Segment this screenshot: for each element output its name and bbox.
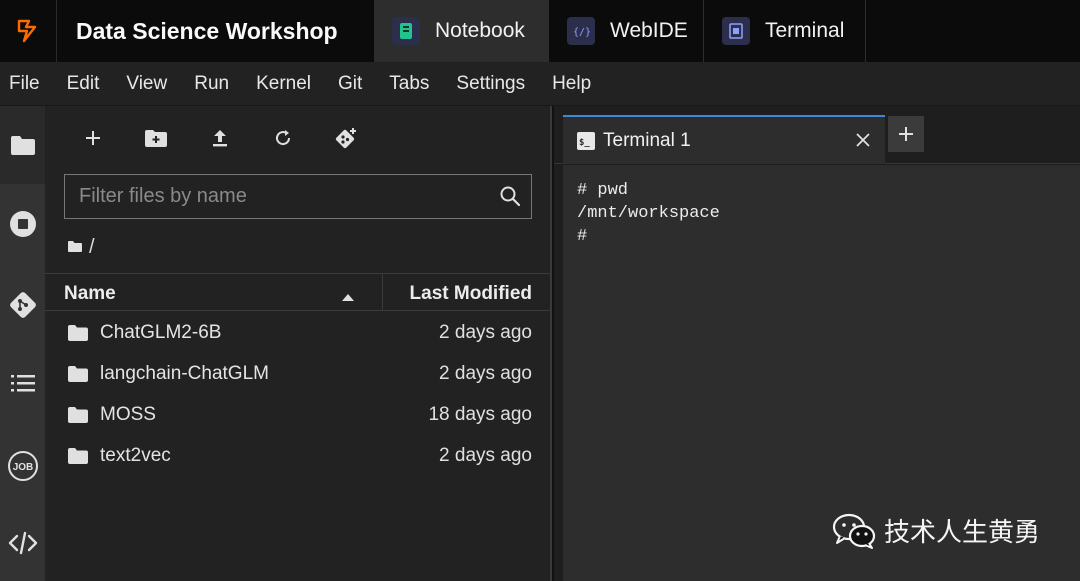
code-icon	[8, 531, 37, 555]
notebook-icon	[392, 17, 420, 45]
folder-icon	[67, 447, 89, 471]
file-row[interactable]: text2vec 2 days ago	[45, 436, 550, 476]
menu-git[interactable]: Git	[338, 73, 362, 95]
terminal-line: #	[577, 227, 588, 246]
new-launcher-icon	[86, 131, 100, 145]
menu-run[interactable]: Run	[194, 73, 229, 95]
breadcrumb[interactable]: /	[67, 236, 95, 258]
menu-file[interactable]: File	[9, 73, 40, 95]
file-browser-panel: / Name Last Modified ChatGLM2-6B 2 days …	[45, 106, 552, 581]
folder-icon	[67, 365, 89, 389]
watermark: 技术人生黄勇	[832, 512, 1040, 549]
close-icon[interactable]	[855, 132, 871, 153]
file-name: MOSS	[100, 404, 156, 425]
terminal-icon: $_	[577, 131, 595, 150]
webide-icon: {/}	[567, 17, 595, 45]
tab-terminal-label: Terminal	[765, 19, 845, 42]
filter-files-input[interactable]	[65, 175, 485, 218]
upload-icon	[213, 130, 227, 147]
terminal-tab-label: Terminal 1	[603, 129, 691, 151]
tab-terminal-1[interactable]: $_ Terminal 1	[563, 115, 885, 164]
watermark-text: 技术人生黄勇	[884, 518, 1041, 548]
git-clone-icon	[335, 128, 356, 149]
new-launcher-button[interactable]	[79, 124, 107, 152]
file-row[interactable]: ChatGLM2-6B 2 days ago	[45, 313, 550, 353]
file-modified: 2 days ago	[439, 363, 532, 384]
breadcrumb-root[interactable]: /	[89, 236, 95, 259]
tab-notebook[interactable]: Notebook	[374, 0, 549, 62]
stop-circle-icon	[9, 211, 36, 237]
svg-text:{/}: {/}	[573, 27, 590, 38]
new-folder-button[interactable]	[142, 124, 170, 152]
menu-help[interactable]: Help	[552, 73, 591, 95]
menu-edit[interactable]: Edit	[67, 73, 100, 95]
file-modified: 18 days ago	[428, 404, 532, 425]
running-sessions-button[interactable]	[0, 210, 45, 238]
new-folder-icon	[145, 130, 167, 147]
git-button[interactable]	[0, 290, 45, 320]
folder-icon	[67, 324, 89, 348]
code-snippets-button[interactable]	[0, 530, 45, 556]
file-name: text2vec	[100, 445, 171, 466]
column-divider[interactable]	[382, 274, 383, 311]
plus-icon	[899, 127, 913, 141]
menu-settings[interactable]: Settings	[456, 73, 525, 95]
wechat-icon	[832, 513, 876, 549]
top-bar: Data Science Workshop Notebook {/} WebID…	[0, 0, 1080, 62]
file-row[interactable]: langchain-ChatGLM 2 days ago	[45, 354, 550, 394]
column-last-modified[interactable]: Last Modified	[410, 283, 532, 305]
refresh-button[interactable]	[269, 124, 297, 152]
job-icon: JOB	[7, 451, 38, 481]
tab-webide[interactable]: {/} WebIDE	[549, 0, 704, 62]
svg-text:$_: $_	[579, 138, 590, 147]
terminal-app-icon	[722, 17, 750, 45]
folder-icon	[10, 136, 35, 155]
add-tab-button[interactable]	[888, 116, 924, 152]
jobs-button[interactable]: JOB	[0, 450, 45, 482]
folder-icon	[67, 406, 89, 430]
breadcrumb-folder-icon	[67, 236, 83, 259]
file-row[interactable]: MOSS 18 days ago	[45, 395, 550, 435]
upload-button[interactable]	[206, 124, 234, 152]
file-name: ChatGLM2-6B	[100, 322, 222, 343]
refresh-icon	[276, 130, 291, 146]
menu-bar: File Edit View Run Kernel Git Tabs Setti…	[0, 62, 1080, 106]
git-icon	[9, 292, 36, 318]
job-icon-label: JOB	[12, 462, 33, 473]
sort-ascending-icon[interactable]	[341, 286, 355, 308]
tab-notebook-label: Notebook	[435, 19, 525, 42]
file-modified: 2 days ago	[439, 322, 532, 343]
terminal-line: /mnt/workspace	[577, 204, 720, 223]
filter-files-field	[64, 174, 532, 219]
brand-title: Data Science Workshop	[76, 17, 338, 44]
terminal-tab-bar: $_ Terminal 1	[554, 106, 1080, 164]
logo-icon	[17, 19, 37, 43]
app-logo[interactable]	[0, 0, 57, 62]
search-icon[interactable]	[499, 185, 521, 212]
file-name: langchain-ChatGLM	[100, 363, 269, 384]
menu-tabs[interactable]: Tabs	[389, 73, 429, 95]
tab-webide-label: WebIDE	[610, 19, 688, 42]
tab-terminal[interactable]: Terminal	[704, 0, 866, 62]
file-modified: 2 days ago	[439, 445, 532, 466]
terminal-line: # pwd	[577, 181, 629, 200]
file-list-header: Name Last Modified	[45, 273, 550, 311]
main-dock-area: $_ Terminal 1 # pwd /mnt/workspace #	[554, 106, 1080, 581]
menu-kernel[interactable]: Kernel	[256, 73, 311, 95]
menu-view[interactable]: View	[126, 73, 167, 95]
git-clone-button[interactable]	[332, 124, 360, 152]
file-browser-button[interactable]	[0, 134, 45, 156]
list-icon	[10, 375, 35, 392]
activity-bar: JOB	[0, 106, 45, 581]
table-of-contents-button[interactable]	[0, 372, 45, 394]
column-name[interactable]: Name	[64, 283, 116, 305]
